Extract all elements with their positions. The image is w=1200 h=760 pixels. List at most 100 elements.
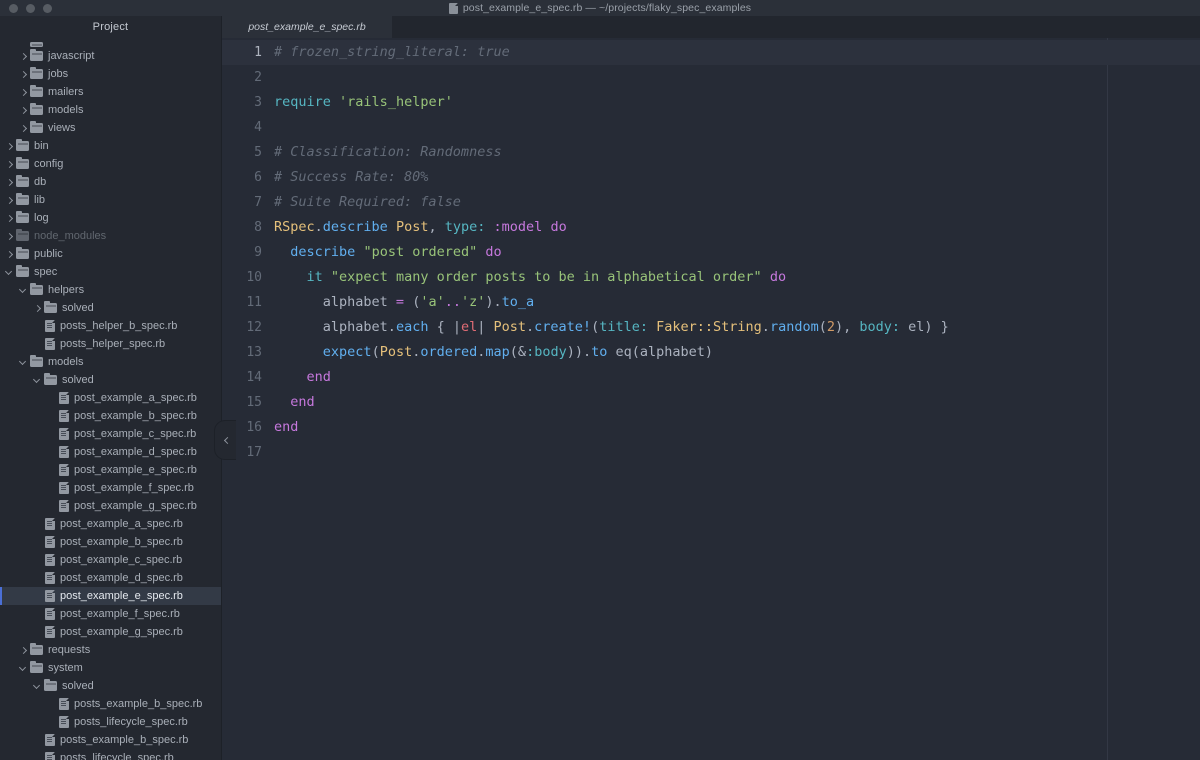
code-line-11[interactable]: 11 alphabet = ('a'..'z').to_a (222, 290, 1200, 315)
chevron-right-icon[interactable] (4, 213, 15, 224)
code-token: end (306, 369, 331, 385)
file-row-post-example-g-spec-rb[interactable]: post_example_g_spec.rb (0, 623, 221, 641)
code-line-3[interactable]: 3 require 'rails_helper' (222, 90, 1200, 115)
folder-row-javascript[interactable]: javascript (0, 47, 221, 65)
folder-row-system[interactable]: system (0, 659, 221, 677)
file-row-posts-helper-spec-rb[interactable]: posts_helper_spec.rb (0, 335, 221, 353)
code-line-13[interactable]: 13 expect(Post.ordered.map(&:body)).to e… (222, 340, 1200, 365)
chevron-down-icon[interactable] (32, 681, 43, 692)
chevron-right-icon[interactable] (18, 51, 29, 62)
folder-row-models[interactable]: models (0, 353, 221, 371)
code-line-14[interactable]: 14 end (222, 365, 1200, 390)
file-row-post-example-c-spec-rb[interactable]: post_example_c_spec.rb (0, 425, 221, 443)
chevron-right-icon[interactable] (32, 303, 43, 314)
chevron-right-icon[interactable] (18, 87, 29, 98)
file-row-post-example-f-spec-rb[interactable]: post_example_f_spec.rb (0, 605, 221, 623)
folder-row-solved[interactable]: solved (0, 371, 221, 389)
folder-row-lib[interactable]: lib (0, 191, 221, 209)
chevron-right-icon[interactable] (18, 105, 29, 116)
code-line-2[interactable]: 2 (222, 65, 1200, 90)
code-line-15[interactable]: 15 end (222, 390, 1200, 415)
code-line-1[interactable]: 1 # frozen_string_literal: true (222, 40, 1200, 65)
chevron-down-icon[interactable] (18, 285, 29, 296)
folder-row-solved[interactable]: solved (0, 677, 221, 695)
file-row-posts-lifecycle-spec-rb[interactable]: posts_lifecycle_spec.rb (0, 713, 221, 731)
chevron-right-icon[interactable] (4, 195, 15, 206)
code-line-10[interactable]: 10 it "expect many order posts to be in … (222, 265, 1200, 290)
chevron-down-icon[interactable] (18, 663, 29, 674)
chevron-right-icon[interactable] (4, 159, 15, 170)
code-line-16[interactable]: 16 end (222, 415, 1200, 440)
file-row-post-example-a-spec-rb[interactable]: post_example_a_spec.rb (0, 515, 221, 533)
tab-post-example-e-spec[interactable]: post_example_e_spec.rb (222, 16, 392, 38)
file-row-post-example-g-spec-rb[interactable]: post_example_g_spec.rb (0, 497, 221, 515)
folder-row-views[interactable]: views (0, 119, 221, 137)
line-number: 9 (254, 245, 262, 260)
folder-row-node-modules[interactable]: node_modules (0, 227, 221, 245)
folder-row-requests[interactable]: requests (0, 641, 221, 659)
chevron-right-icon[interactable] (18, 123, 29, 134)
folder-row-mailers[interactable]: mailers (0, 83, 221, 101)
chevron-right-icon[interactable] (4, 177, 15, 188)
minimize-button[interactable] (26, 3, 35, 13)
code-token: , (428, 219, 445, 235)
code-line-4[interactable]: 4 (222, 115, 1200, 140)
code-line-5[interactable]: 5 # Classification: Randomness (222, 140, 1200, 165)
code-token: "post ordered" (363, 244, 478, 260)
chevron-down-icon[interactable] (18, 357, 29, 368)
chevron-right-icon[interactable] (4, 249, 15, 260)
folder-row-solved[interactable]: solved (0, 299, 221, 317)
file-row-post-example-b-spec-rb[interactable]: post_example_b_spec.rb (0, 533, 221, 551)
folder-row-public[interactable]: public (0, 245, 221, 263)
file-tree[interactable]: javascript jobs mailers models views bin confi… (0, 38, 221, 760)
window-title: post_example_e_spec.rb — ~/projects/flak… (462, 2, 752, 14)
folder-row-spec[interactable]: spec (0, 263, 221, 281)
folder-row-log[interactable]: log (0, 209, 221, 227)
file-row-posts-example-b-spec-rb[interactable]: posts_example_b_spec.rb (0, 695, 221, 713)
folder-row-jobs[interactable]: jobs (0, 65, 221, 83)
folder-row-config[interactable]: config (0, 155, 221, 173)
file-icon (45, 554, 55, 566)
code-editor[interactable]: 1 # frozen_string_literal: true 2 3 require … (222, 38, 1200, 760)
code-line-12[interactable]: 12 alphabet.each { |el| Post.create!(tit… (222, 315, 1200, 340)
file-row-post-example-e-spec-rb[interactable]: post_example_e_spec.rb (0, 461, 221, 479)
zoom-button[interactable] (43, 3, 52, 13)
chevron-down-icon[interactable] (4, 267, 15, 278)
file-row-post-example-d-spec-rb[interactable]: post_example_d_spec.rb (0, 569, 221, 587)
code-line-6[interactable]: 6 # Success Rate: 80% (222, 165, 1200, 190)
code-line-content: end (274, 415, 298, 440)
file-row-posts-lifecycle-spec-rb[interactable]: posts_lifecycle_spec.rb (0, 749, 221, 760)
file-row-posts-example-b-spec-rb[interactable]: posts_example_b_spec.rb (0, 731, 221, 749)
line-number: 2 (254, 70, 262, 85)
chevron-right-icon[interactable] (4, 231, 15, 242)
file-row-post-example-a-spec-rb[interactable]: post_example_a_spec.rb (0, 389, 221, 407)
chevron-right-icon[interactable] (18, 38, 29, 47)
file-row-posts-helper-b-spec-rb[interactable]: posts_helper_b_spec.rb (0, 317, 221, 335)
folder-row-helpers[interactable]: helpers (0, 281, 221, 299)
chevron-down-icon[interactable] (32, 375, 43, 386)
file-icon (59, 428, 69, 440)
code-line-17[interactable]: 17 (222, 440, 1200, 465)
folder-row-models[interactable]: models (0, 101, 221, 119)
folder-icon (30, 102, 43, 115)
sidebar-collapse-button[interactable] (214, 420, 236, 460)
code-line-7[interactable]: 7 # Suite Required: false (222, 190, 1200, 215)
code-line-9[interactable]: 9 describe "post ordered" do (222, 240, 1200, 265)
file-row-post-example-f-spec-rb[interactable]: post_example_f_spec.rb (0, 479, 221, 497)
chevron-right-icon[interactable] (18, 645, 29, 656)
file-row-post-example-e-spec-rb[interactable]: post_example_e_spec.rb (0, 587, 221, 605)
file-row-post-example-c-spec-rb[interactable]: post_example_c_spec.rb (0, 551, 221, 569)
folder-row-bin[interactable]: bin (0, 137, 221, 155)
code-line-8[interactable]: 8 RSpec.describe Post, type: :model do (222, 215, 1200, 240)
folder-row-db[interactable]: db (0, 173, 221, 191)
close-button[interactable] (9, 3, 18, 13)
chevron-right-icon[interactable] (4, 141, 15, 152)
tree-row-partial[interactable] (0, 38, 221, 47)
file-row-post-example-d-spec-rb[interactable]: post_example_d_spec.rb (0, 443, 221, 461)
code-token: type: (444, 219, 486, 235)
file-row-post-example-b-spec-rb[interactable]: post_example_b_spec.rb (0, 407, 221, 425)
chevron-right-icon[interactable] (18, 69, 29, 80)
file-icon (45, 590, 55, 602)
